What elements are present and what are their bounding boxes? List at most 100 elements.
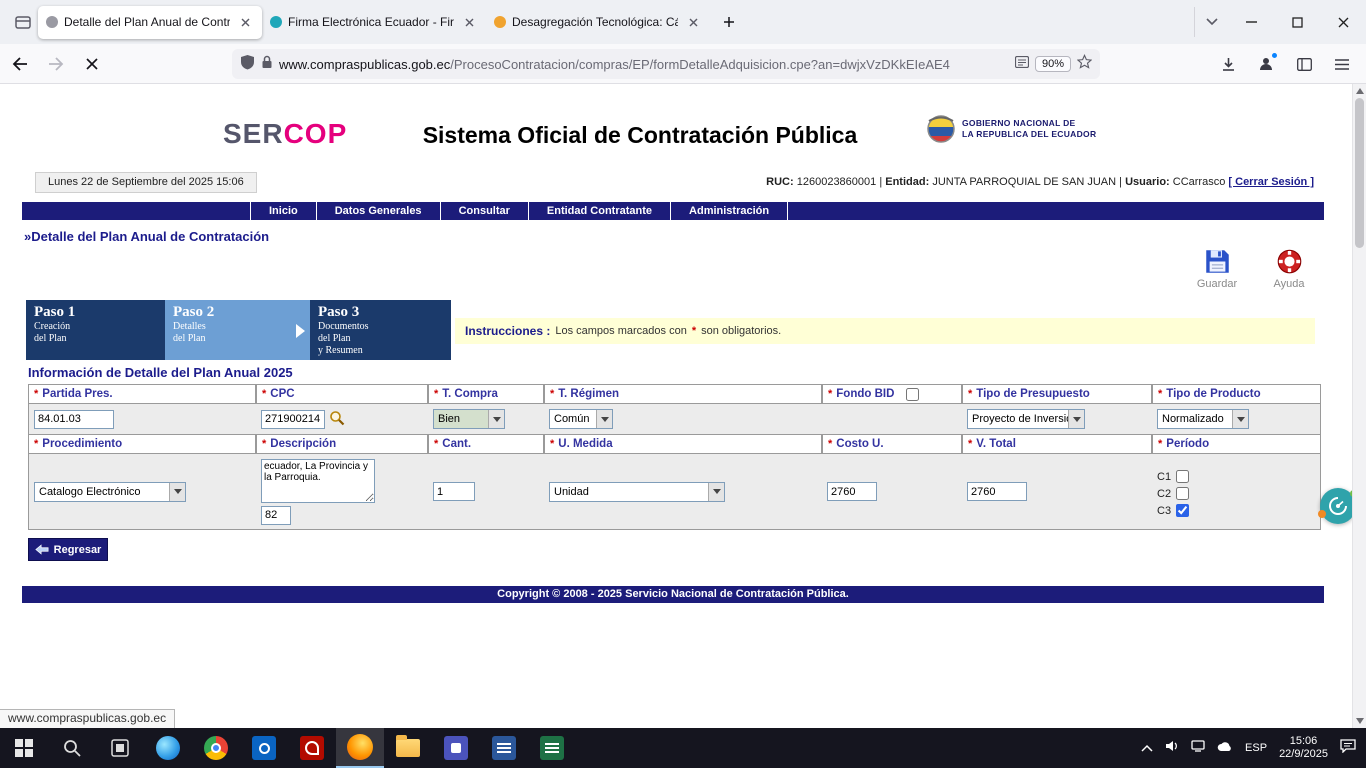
header-procedimiento: *Procedimiento: [28, 434, 256, 454]
periodo-c2: C2: [1157, 487, 1189, 500]
gov-text-line1: GOBIERNO NACIONAL DE: [962, 118, 1096, 129]
taskbar-search-icon[interactable]: [48, 728, 96, 768]
window-maximize-button[interactable]: [1274, 0, 1320, 44]
account-icon[interactable]: [1250, 48, 1282, 80]
logout-link[interactable]: [ Cerrar Sesión ]: [1228, 176, 1314, 188]
descripcion-counter-input[interactable]: [261, 506, 291, 525]
scroll-down-icon[interactable]: [1356, 718, 1364, 724]
tab-close-icon[interactable]: [236, 13, 254, 31]
taskbar-outlook-icon[interactable]: [240, 728, 288, 768]
tab-title: Detalle del Plan Anual de Contr: [64, 15, 230, 29]
procedimiento-select[interactable]: Catalogo Electrónico: [34, 482, 186, 502]
sercop-logo: SERCOP: [223, 118, 347, 150]
tab-detalle-plan[interactable]: Detalle del Plan Anual de Contr: [38, 6, 262, 39]
tab-close-icon[interactable]: [460, 13, 478, 31]
costo-u-input[interactable]: [827, 482, 877, 501]
tray-chevron-up-icon[interactable]: [1141, 739, 1153, 757]
forward-icon[interactable]: [40, 48, 72, 80]
window-close-button[interactable]: [1320, 0, 1366, 44]
language-indicator[interactable]: ESP: [1245, 742, 1267, 754]
taskbar-clock[interactable]: 15:06 22/9/2025: [1279, 735, 1328, 761]
taskbar-explorer-icon[interactable]: [384, 728, 432, 768]
cantidad-input[interactable]: [433, 482, 475, 501]
partida-input[interactable]: [34, 410, 114, 429]
lock-icon[interactable]: [261, 55, 273, 74]
taskbar-acrobat-icon[interactable]: [288, 728, 336, 768]
t-regimen-select[interactable]: Común: [549, 409, 613, 429]
url-bar[interactable]: www.compraspublicas.gob.ec/ProcesoContra…: [232, 49, 1100, 79]
menu-icon[interactable]: [1326, 48, 1358, 80]
header-tipo-producto: *Tipo de Producto: [1152, 384, 1321, 404]
cpc-search-magnifier-icon[interactable]: [329, 410, 345, 429]
fondo-bid-checkbox[interactable]: [906, 388, 919, 401]
bookmark-star-icon[interactable]: [1077, 54, 1092, 74]
tray-network-icon[interactable]: [1191, 739, 1205, 757]
vertical-scrollbar[interactable]: [1352, 84, 1366, 728]
step-1[interactable]: Paso 1 Creación del Plan: [26, 300, 165, 360]
tipo-presupuesto-select[interactable]: Proyecto de Inversión: [967, 409, 1085, 429]
task-view-icon[interactable]: [96, 728, 144, 768]
scroll-up-icon[interactable]: [1356, 88, 1364, 94]
guardar-button[interactable]: Guardar: [1190, 248, 1244, 290]
taskbar-edge-icon[interactable]: [144, 728, 192, 768]
taskbar-chrome-icon[interactable]: [192, 728, 240, 768]
header-descripcion: *Descripción: [256, 434, 428, 454]
downloads-icon[interactable]: [1212, 48, 1244, 80]
periodo-c3-checkbox[interactable]: [1176, 504, 1189, 517]
nav-entidad-contratante[interactable]: Entidad Contratante: [528, 202, 670, 220]
reader-mode-icon[interactable]: [1015, 55, 1029, 73]
list-all-tabs-icon[interactable]: [1194, 7, 1228, 37]
periodo-c1: C1: [1157, 470, 1189, 483]
u-medida-select[interactable]: Unidad: [549, 482, 725, 502]
taskbar-excel-icon[interactable]: [528, 728, 576, 768]
shield-icon[interactable]: [240, 54, 255, 75]
url-text[interactable]: www.compraspublicas.gob.ec/ProcesoContra…: [279, 57, 1009, 72]
regresar-button[interactable]: Regresar: [28, 538, 108, 561]
action-center-icon[interactable]: [1340, 739, 1356, 758]
scrollbar-thumb[interactable]: [1355, 98, 1364, 248]
firefox-view-icon[interactable]: [8, 7, 38, 37]
tipo-producto-select[interactable]: Normalizado: [1157, 409, 1249, 429]
nav-datos-generales[interactable]: Datos Generales: [316, 202, 440, 220]
tab-firma-electronica[interactable]: Firma Electrónica Ecuador - Firn: [262, 6, 486, 39]
ayuda-button[interactable]: Ayuda: [1262, 248, 1316, 290]
step-3[interactable]: Paso 3 Documentos del Plan y Resumen: [310, 300, 451, 360]
window-minimize-button[interactable]: [1228, 0, 1274, 44]
taskbar-teams-icon[interactable]: [432, 728, 480, 768]
chevron-down-icon: [488, 410, 504, 428]
chevron-down-icon: [1232, 410, 1248, 428]
tab-title: Firma Electrónica Ecuador - Firn: [288, 15, 454, 29]
wizard-steps: Paso 1 Creación del Plan Paso 2 Detalles…: [26, 300, 451, 360]
header-cantidad: *Cant.: [428, 434, 544, 454]
descripcion-textarea[interactable]: ecuador, La Provincia y la Parroquia.: [261, 459, 375, 503]
nav-inicio[interactable]: Inicio: [250, 202, 316, 220]
tray-onedrive-icon[interactable]: [1217, 739, 1233, 757]
start-button[interactable]: [0, 728, 48, 768]
step-2-current[interactable]: Paso 2 Detalles del Plan: [165, 300, 310, 360]
nav-consultar[interactable]: Consultar: [440, 202, 528, 220]
taskbar-firefox-icon-active[interactable]: [336, 728, 384, 768]
t-compra-select[interactable]: Bien: [433, 409, 505, 429]
account-notification-badge: [1271, 52, 1278, 59]
header-v-total: *V. Total: [962, 434, 1152, 454]
tab-favicon: [46, 16, 58, 28]
form-value-row-1: Bien Común Proyecto de Inversión Normali…: [28, 404, 1321, 434]
nav-administracion[interactable]: Administración: [670, 202, 788, 220]
v-total-input[interactable]: [967, 482, 1027, 501]
floating-widget-button[interactable]: [1320, 488, 1356, 524]
tab-desagregacion[interactable]: Desagregación Tecnológica: Cál: [486, 6, 710, 39]
taskbar-date: 22/9/2025: [1279, 748, 1328, 761]
taskbar-word-icon[interactable]: [480, 728, 528, 768]
back-icon[interactable]: [4, 48, 36, 80]
periodo-c1-checkbox[interactable]: [1176, 470, 1189, 483]
periodo-c2-checkbox[interactable]: [1176, 487, 1189, 500]
new-tab-button[interactable]: [714, 7, 744, 37]
tray-volume-icon[interactable]: [1165, 739, 1179, 757]
cpc-input[interactable]: [261, 410, 325, 429]
tab-close-icon[interactable]: [684, 13, 702, 31]
sidebar-icon[interactable]: [1288, 48, 1320, 80]
stop-icon[interactable]: [76, 48, 108, 80]
gauge-icon: [1328, 496, 1348, 516]
zoom-level[interactable]: 90%: [1035, 56, 1071, 72]
government-logo: GOBIERNO NACIONAL DE LA REPUBLICA DEL EC…: [926, 114, 1096, 144]
